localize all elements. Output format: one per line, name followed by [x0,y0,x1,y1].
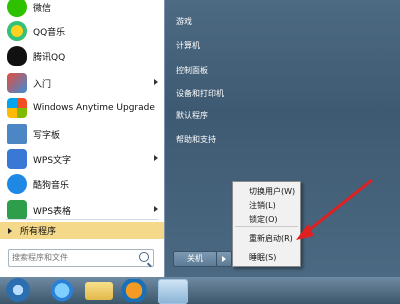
shutdown-options-arrow-icon[interactable] [216,251,232,267]
taskbar [0,277,400,304]
ie-icon[interactable] [48,279,76,302]
menu-item-lock[interactable]: 锁定(O) [249,214,278,225]
shutdown-button[interactable]: 关机 [173,251,217,267]
divider [6,219,158,220]
menu-divider [235,226,298,227]
program-getting-started[interactable]: 入门 [0,69,164,97]
qq-music-icon [7,21,27,41]
menu-item-switch-user[interactable]: 切换用户(W) [249,186,295,197]
submenu-arrow-icon [154,206,158,212]
triangle-right-icon [8,227,12,234]
link-devices-printers[interactable]: 设备和打印机 [176,88,224,99]
program-windows-anytime-upgrade[interactable]: Windows Anytime Upgrade [0,94,164,122]
program-label: 写字板 [33,130,61,141]
menu-item-log-off[interactable]: 注销(L) [249,200,276,211]
search-icon[interactable] [139,252,149,262]
kugou-icon [7,174,27,194]
wps-spreadsheet-icon [7,200,27,220]
qq-penguin-icon [7,46,27,66]
submenu-arrow-icon [154,79,158,85]
program-label: Windows Anytime Upgrade [33,103,155,113]
menu-item-restart[interactable]: 重新启动(R) [249,233,293,244]
search-box[interactable] [8,249,154,267]
program-label: 入门 [33,79,52,90]
link-games[interactable]: 游戏 [176,16,192,27]
wechat-icon [7,0,27,17]
wordpad-icon [7,124,27,144]
link-computer[interactable]: 计算机 [176,40,200,51]
link-default-programs[interactable]: 默认程序 [176,110,208,121]
windows-logo-icon [7,98,27,118]
program-tencent-qq[interactable]: 腾讯QQ [0,42,164,70]
power-options-menu: 切换用户(W) 注销(L) 锁定(O) 重新启动(R) 睡眠(S) [232,181,301,267]
program-label: WPS表格 [33,206,72,217]
start-menu-programs-pane: 微信 QQ音乐 腾讯QQ 入门 Windows Anytime Upgrade … [0,0,165,277]
explorer-icon[interactable] [85,282,113,300]
program-label: WPS文字 [33,155,72,166]
program-qq-music[interactable]: QQ音乐 [0,17,164,45]
search-input[interactable] [12,251,130,264]
all-programs-button[interactable]: 所有程序 [0,222,164,239]
app-icon[interactable] [158,279,188,304]
all-programs-label: 所有程序 [20,227,57,237]
getting-started-icon [7,73,27,93]
submenu-arrow-icon [154,155,158,161]
media-player-icon[interactable] [120,279,148,302]
program-label: 微信 [33,3,52,14]
program-wordpad[interactable]: 写字板 [0,120,164,148]
menu-item-sleep[interactable]: 睡眠(S) [249,252,276,263]
wps-writer-icon [7,149,27,169]
program-label: QQ音乐 [33,27,66,38]
link-help-support[interactable]: 帮助和支持 [176,134,216,145]
link-control-panel[interactable]: 控制面板 [176,65,208,76]
program-label: 腾讯QQ [33,52,66,63]
program-label: 酷狗音乐 [33,180,70,191]
program-kugou[interactable]: 酷狗音乐 [0,170,164,198]
start-orb-icon[interactable] [6,278,30,302]
program-wps-writer[interactable]: WPS文字 [0,145,164,173]
